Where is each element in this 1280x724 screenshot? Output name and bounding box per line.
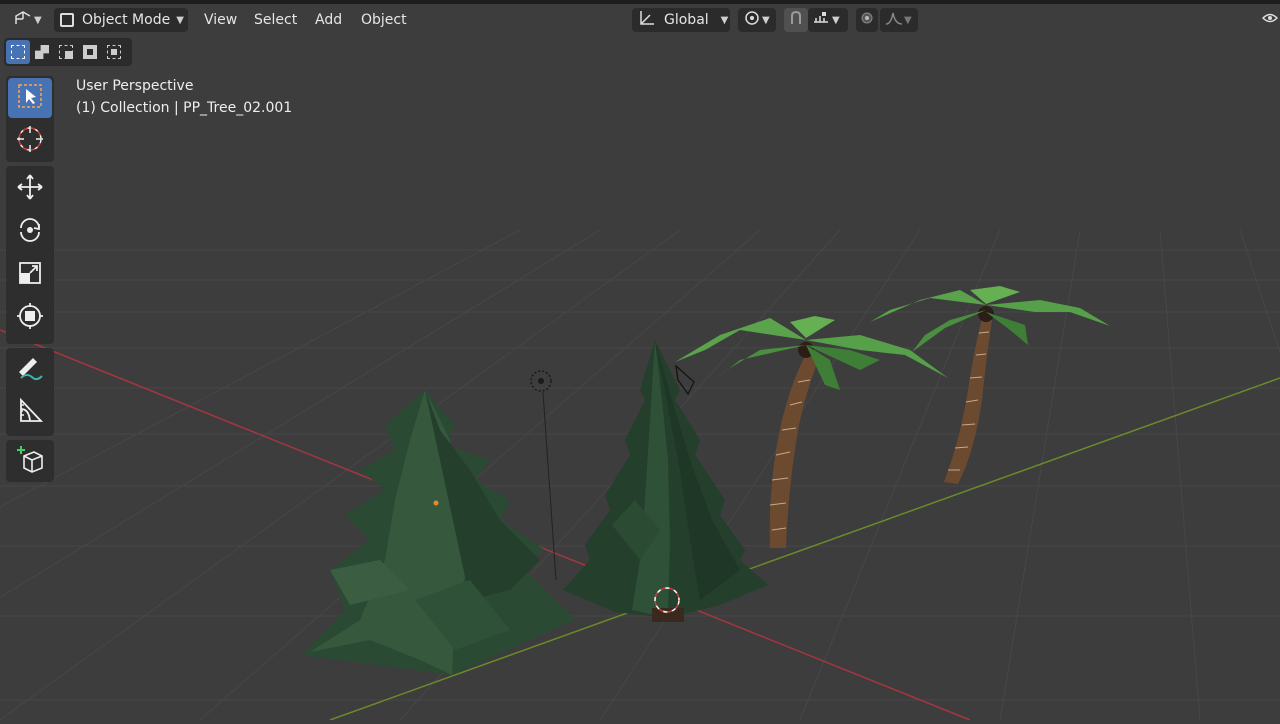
chevron-down-icon: ▼ bbox=[34, 14, 42, 26]
orientation-label: Global bbox=[664, 12, 709, 28]
snap-target-selector[interactable]: ▼ bbox=[808, 8, 848, 32]
chevron-down-icon: ▼ bbox=[762, 14, 770, 26]
menu-view[interactable]: View bbox=[204, 8, 237, 32]
menu-select[interactable]: Select bbox=[254, 8, 297, 32]
falloff-icon bbox=[884, 10, 904, 30]
mode-selector[interactable]: Object Mode ▼ bbox=[54, 8, 188, 32]
visibility-icon bbox=[1261, 11, 1279, 29]
select-new-button[interactable] bbox=[6, 40, 30, 64]
menu-object[interactable]: Object bbox=[361, 8, 407, 32]
pivot-icon bbox=[742, 9, 762, 31]
viewport-header: ▼ Object Mode ▼ View Select Add Object G… bbox=[0, 4, 1280, 34]
scale-tool[interactable] bbox=[8, 255, 52, 295]
chevron-down-icon: ▼ bbox=[176, 14, 184, 26]
select-intersect-icon bbox=[107, 45, 121, 59]
chevron-down-icon: ▼ bbox=[832, 14, 840, 26]
transform-orientation-icon bbox=[638, 9, 656, 31]
selection-mode-group bbox=[4, 38, 132, 66]
select-subtract-button[interactable] bbox=[54, 40, 78, 64]
select-intersect-button[interactable] bbox=[102, 40, 126, 64]
editor-type-button[interactable]: ▼ bbox=[4, 8, 46, 32]
select-box-icon bbox=[17, 83, 43, 113]
snap-icon bbox=[788, 10, 804, 30]
menu-add[interactable]: Add bbox=[315, 8, 342, 32]
visibility-button[interactable] bbox=[1258, 8, 1280, 32]
cursor-icon bbox=[16, 125, 44, 157]
viewport-perspective-label: User Perspective bbox=[76, 78, 194, 94]
select-box-tool[interactable] bbox=[8, 78, 52, 118]
object-mode-icon bbox=[60, 13, 74, 27]
add-cube-tool[interactable] bbox=[8, 441, 52, 481]
move-tool[interactable] bbox=[8, 169, 52, 209]
proportional-falloff-selector[interactable]: ▼ bbox=[880, 8, 918, 32]
add-cube-icon bbox=[15, 444, 45, 478]
measure-tool[interactable] bbox=[8, 393, 52, 433]
viewport-collection-label: (1) Collection | PP_Tree_02.001 bbox=[76, 100, 293, 116]
select-invert-button[interactable] bbox=[78, 40, 102, 64]
transform-orientation-selector[interactable]: Global ▼ bbox=[632, 8, 730, 32]
rotate-tool[interactable] bbox=[8, 212, 52, 252]
move-icon bbox=[16, 173, 44, 205]
snap-increment-icon bbox=[812, 10, 830, 30]
editor-type-icon bbox=[14, 10, 32, 30]
annotate-icon bbox=[15, 354, 45, 386]
pivot-point-selector[interactable]: ▼ bbox=[738, 8, 776, 32]
measure-icon bbox=[16, 397, 44, 429]
proportional-edit-icon bbox=[861, 12, 873, 28]
mode-label: Object Mode bbox=[82, 12, 171, 28]
transform-icon bbox=[16, 302, 44, 334]
select-subtract-icon bbox=[59, 45, 73, 59]
chevron-down-icon: ▼ bbox=[904, 14, 912, 26]
cursor-tool[interactable] bbox=[8, 121, 52, 161]
snap-toggle[interactable] bbox=[784, 8, 808, 32]
annotate-tool[interactable] bbox=[8, 350, 52, 390]
select-extend-button[interactable] bbox=[30, 40, 54, 64]
select-new-icon bbox=[11, 45, 25, 59]
rotate-icon bbox=[16, 216, 44, 248]
proportional-edit-toggle[interactable] bbox=[856, 8, 878, 32]
scale-icon bbox=[16, 259, 44, 291]
select-extend-icon bbox=[35, 45, 49, 59]
transform-tool[interactable] bbox=[8, 298, 52, 338]
chevron-down-icon: ▼ bbox=[720, 14, 729, 26]
select-invert-icon bbox=[83, 45, 97, 59]
